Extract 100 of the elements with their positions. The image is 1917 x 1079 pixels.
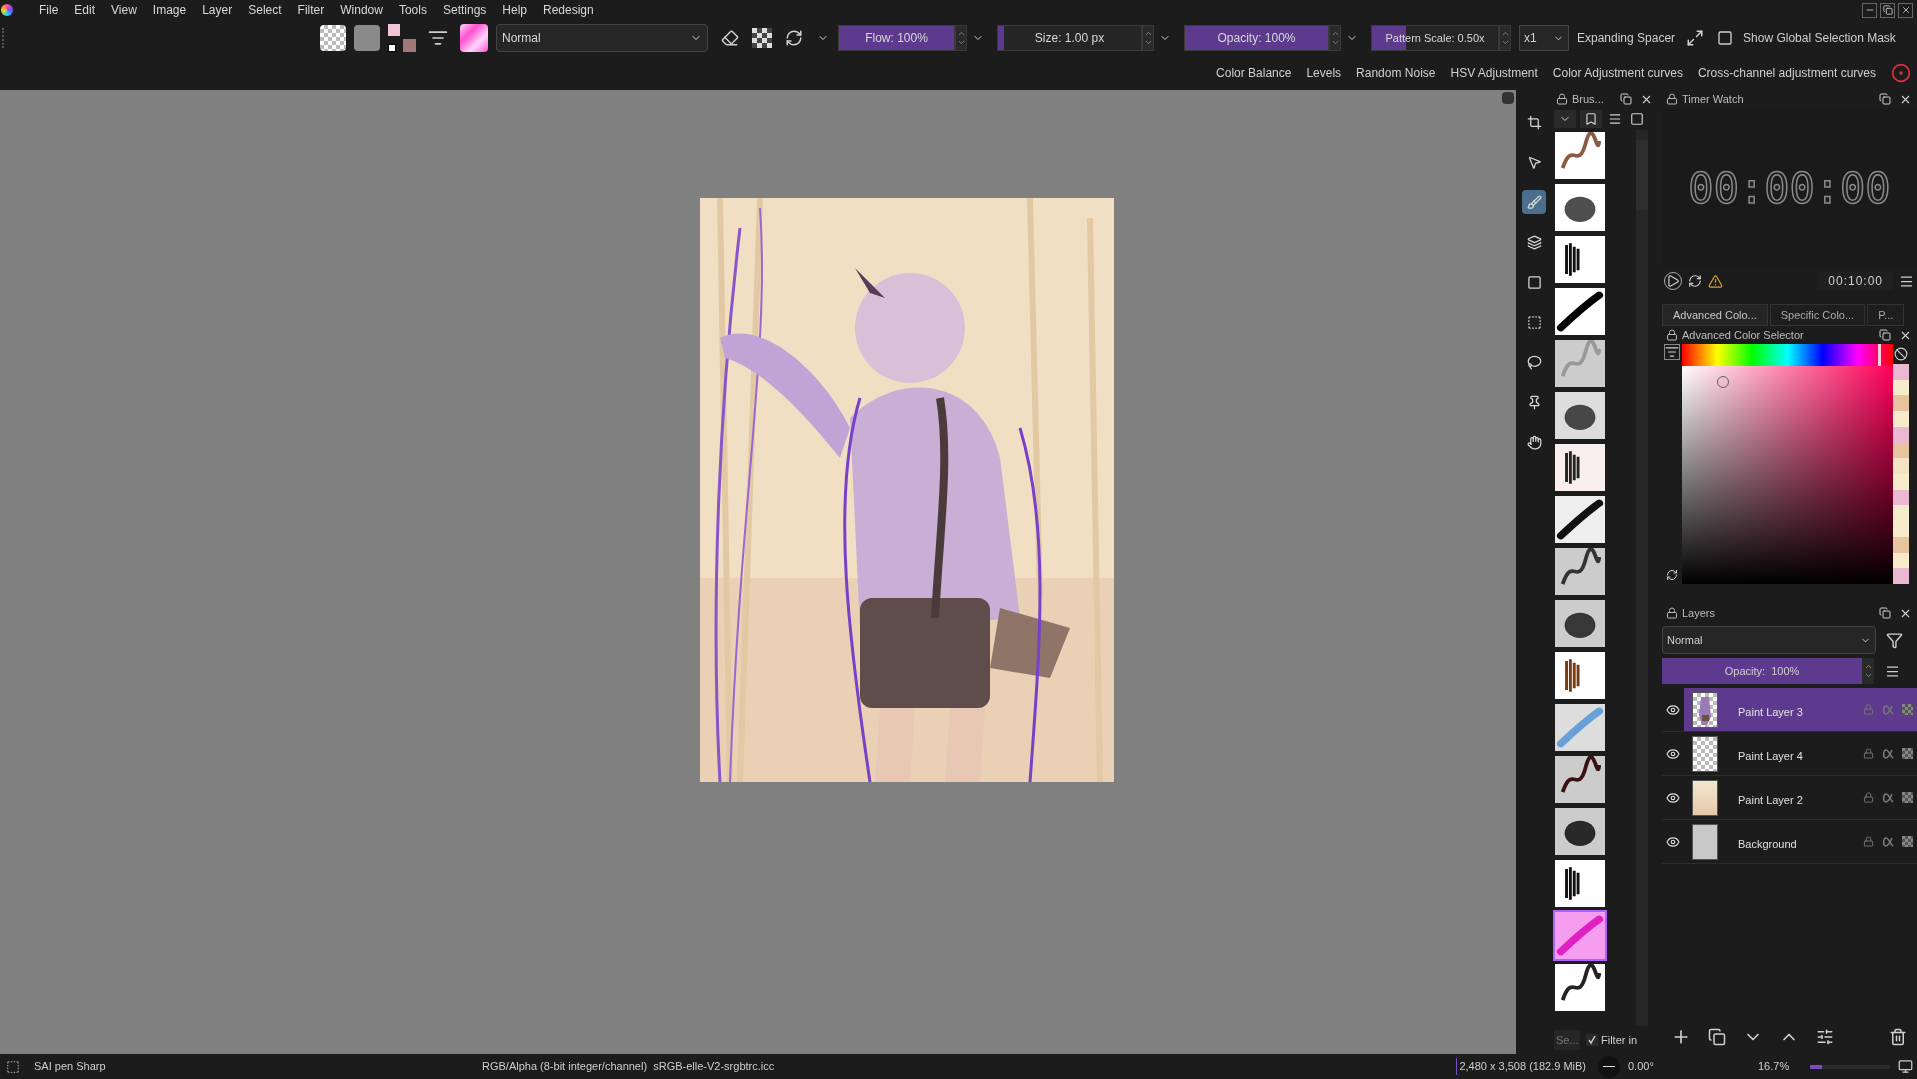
spin-button[interactable] (1329, 25, 1341, 51)
brush-preset[interactable] (1553, 234, 1607, 285)
brush-preset[interactable] (1553, 338, 1607, 389)
dock-tab[interactable]: Advanced Colo... (1662, 304, 1768, 326)
checker-icon[interactable] (1902, 792, 1913, 803)
color-history-swatch[interactable] (1893, 364, 1909, 380)
spin-button[interactable] (955, 25, 967, 51)
selection-mask-button[interactable]: Show Global Selection Mask (1743, 29, 1896, 47)
blend-mode-dropdown[interactable]: Normal (496, 24, 708, 52)
brush-preset[interactable] (1553, 182, 1607, 233)
brush-preset[interactable] (1553, 130, 1607, 181)
filter-button[interactable]: Random Noise (1356, 64, 1436, 82)
slider[interactable]: Flow: 100% (838, 25, 955, 51)
color-history-swatch[interactable] (1893, 521, 1909, 537)
menu-item[interactable]: Settings (434, 1, 495, 19)
lock-icon[interactable] (1863, 792, 1874, 803)
checkbox[interactable] (1586, 1034, 1598, 1046)
spin-button[interactable] (1862, 658, 1874, 684)
layer-row[interactable]: Paint Layer 3 (1684, 688, 1917, 731)
filter-button[interactable]: Cross-channel adjustment curves (1697, 64, 1876, 82)
slider[interactable]: Opacity: 100% (1184, 25, 1329, 51)
brush-preset[interactable] (1553, 390, 1607, 441)
menu-item[interactable]: Image (144, 1, 195, 19)
filter-button[interactable]: Color Adjustment curves (1552, 64, 1683, 82)
reset-button[interactable] (1686, 272, 1704, 290)
canvas-area[interactable] (0, 90, 1516, 1054)
color-history-swatch[interactable] (1893, 474, 1909, 490)
brush-preset-swatch[interactable] (460, 24, 488, 52)
menu-item[interactable]: Edit (66, 1, 104, 19)
settings-button[interactable] (1664, 344, 1680, 360)
brush-preset[interactable] (1553, 806, 1607, 857)
zoom-slider[interactable] (1810, 1064, 1890, 1069)
spin-button[interactable] (1499, 25, 1511, 51)
checker-icon[interactable] (1902, 748, 1913, 759)
brush-preset[interactable] (1553, 598, 1607, 649)
filter-button[interactable]: Levels (1306, 64, 1342, 82)
duplicate-button[interactable] (1706, 1026, 1728, 1048)
close-button[interactable] (1898, 2, 1913, 18)
bookmark-button[interactable] (1580, 110, 1602, 128)
menu-item[interactable]: View (103, 1, 145, 19)
tag-dropdown[interactable] (1554, 110, 1576, 128)
alpha-lock-icon[interactable] (752, 28, 772, 48)
layer-row[interactable]: Paint Layer 4 (1684, 732, 1917, 775)
brush-preset[interactable] (1553, 858, 1607, 909)
brush-preset[interactable] (1553, 962, 1607, 1013)
brush-preset[interactable] (1553, 494, 1607, 545)
color-history-swatch[interactable] (1893, 505, 1909, 522)
brush-preset[interactable] (1553, 442, 1607, 493)
collapse-icon[interactable] (1502, 92, 1514, 104)
layer-blend-dropdown[interactable]: Normal (1662, 626, 1876, 654)
menu-item[interactable]: Redesign (535, 1, 602, 19)
menu-item[interactable]: Tools (390, 1, 435, 19)
no-color-icon[interactable] (1894, 347, 1908, 361)
alpha-icon[interactable] (1882, 792, 1894, 803)
view-button[interactable] (1628, 110, 1646, 128)
search-field[interactable]: Se... (1554, 1030, 1580, 1050)
gradient-swatch[interactable] (354, 25, 380, 51)
menu-item[interactable]: Layer (194, 1, 241, 19)
brush-preset[interactable] (1553, 754, 1607, 805)
brush-preset[interactable] (1553, 546, 1607, 597)
lock-icon[interactable] (1863, 836, 1874, 847)
filter-button[interactable]: Color Balance (1216, 64, 1292, 82)
menu-item[interactable]: Filter (289, 1, 333, 19)
float-button[interactable] (1618, 91, 1634, 107)
menu-item[interactable]: Window (332, 1, 391, 19)
float-button[interactable] (1877, 327, 1893, 343)
checker-icon[interactable] (1902, 836, 1913, 847)
restore-button[interactable] (1880, 2, 1895, 18)
brush-preset[interactable] (1553, 286, 1607, 337)
slider[interactable]: Size: 1.00 px (997, 25, 1142, 51)
layer-row[interactable]: Background (1684, 820, 1917, 863)
color-square[interactable] (1682, 366, 1893, 584)
brush-preset[interactable] (1553, 650, 1607, 701)
color-history-swatch[interactable] (1893, 458, 1909, 475)
color-history-swatch[interactable] (1893, 395, 1909, 412)
layer-row[interactable]: Paint Layer 2 (1684, 776, 1917, 819)
color-history-swatch[interactable] (1893, 411, 1909, 427)
alpha-icon[interactable] (1882, 748, 1894, 759)
spin-button[interactable] (1142, 25, 1154, 51)
record-icon[interactable] (1891, 63, 1911, 83)
dock-tab[interactable]: P... (1867, 304, 1905, 326)
hue-slider[interactable] (1682, 344, 1893, 366)
pattern-swatch[interactable] (320, 25, 346, 51)
brush-preset[interactable] (1553, 702, 1607, 753)
color-swatches-icon[interactable] (388, 24, 416, 52)
menu-item[interactable]: Help (494, 1, 535, 19)
menu-item[interactable]: File (31, 1, 67, 19)
rotation-dial-icon[interactable] (1598, 1055, 1620, 1078)
color-history-swatch[interactable] (1893, 568, 1909, 585)
minimize-button[interactable] (1862, 2, 1877, 18)
float-button[interactable] (1877, 91, 1893, 107)
dock-tab[interactable]: Specific Colo... (1769, 304, 1866, 326)
lock-icon[interactable] (1863, 748, 1874, 759)
alpha-icon[interactable] (1882, 836, 1894, 847)
refresh-button[interactable] (1665, 568, 1679, 582)
tool-button[interactable] (1522, 190, 1546, 214)
float-button[interactable] (1877, 605, 1893, 621)
checker-icon[interactable] (1902, 704, 1913, 715)
filter-button[interactable]: HSV Adjustment (1450, 64, 1538, 82)
mirror-dropdown[interactable]: x1 (1519, 25, 1569, 51)
